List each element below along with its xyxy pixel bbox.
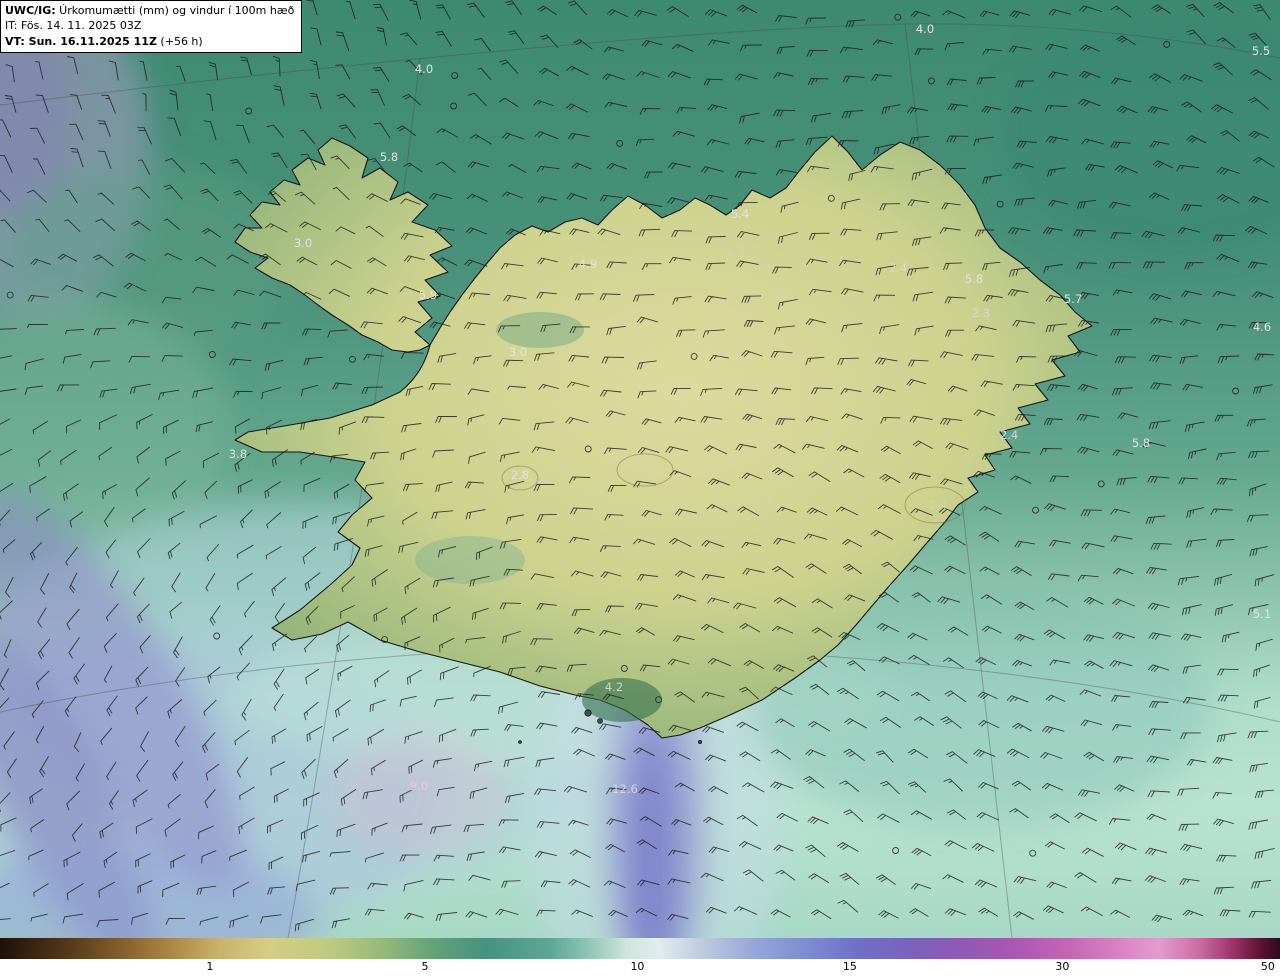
map-title: Úrkomumætti (mm) og vindur í 100m hæð [55, 4, 295, 17]
inland-moist-patch [415, 536, 525, 584]
precip-value-label: 5.1 [1253, 607, 1271, 621]
colorbar-tick-10: 10 [630, 960, 645, 973]
precip-value-label: 5.8 [380, 150, 398, 164]
valid-time: VT: Sun. 16.11.2025 11Z [5, 34, 157, 48]
valid-time-line: VT: Sun. 16.11.2025 11Z (+56 h) [5, 34, 294, 49]
precip-value-label: 4.9 [579, 257, 597, 271]
weather-map: 4.0 5.5 4.0 5.8 5.4 2.3 3.0 4.9 2.4 5.8 5.7 5.9 2.3 4… [0, 0, 1280, 938]
precip-value-label: 4.2 [605, 680, 623, 694]
map-info-box: UWC/IG: Úrkomumætti (mm) og vindur í 100… [0, 0, 303, 54]
precip-value-label: 2.4 [1000, 428, 1018, 442]
precip-value-label: 12.6 [612, 782, 638, 796]
precip-value-label: 2.6 [756, 494, 774, 508]
precip-value-label: 5.8 [1132, 436, 1150, 450]
colorbar-tick-5: 5 [421, 960, 429, 973]
inland-moist-patch [496, 312, 584, 348]
precip-value-label: 4.0 [916, 22, 934, 36]
colorbar-tick-row: 1 5 10 15 30 50 [0, 959, 1280, 978]
precip-value-label: 3.0 [294, 236, 312, 250]
precip-value-label: 2.4 [636, 457, 654, 471]
init-time-line: IT: Fös. 14. 11. 2025 03Z [5, 19, 142, 33]
precipitation-colorbar: 1 5 10 15 30 50 [0, 938, 1280, 978]
precip-value-label: 5.5 [1252, 44, 1270, 58]
precip-value-label: 3.8 [229, 447, 247, 461]
precip-value-label: 5.9 [419, 288, 437, 302]
precip-value-label: 5.4 [731, 207, 749, 221]
precip-value-label: 2.4 [889, 261, 907, 275]
colorbar-gradient [0, 938, 1280, 959]
map-title-line: UWC/IG: Úrkomumætti (mm) og vindur í 100… [5, 3, 294, 18]
colorbar-tick-30: 30 [1055, 960, 1070, 973]
colorbar-tick-1: 1 [206, 960, 214, 973]
colorbar-tick-15: 15 [842, 960, 857, 973]
precip-value-label: 3.0 [509, 345, 527, 359]
precip-value-label: 4.0 [415, 62, 433, 76]
precip-value-label: 2.3 [972, 306, 990, 320]
precip-value-label: 2.8 [511, 468, 529, 482]
precip-value-label: 9.0 [410, 779, 428, 793]
precip-value-label: 2.3 [727, 244, 745, 258]
precip-value-label: 5.8 [965, 272, 983, 286]
precip-value-label: 5.7 [1064, 292, 1082, 306]
colorbar-tick-50: 50 [1260, 960, 1275, 973]
valid-offset: (+56 h) [156, 34, 203, 48]
weather-map-page: 4.0 5.5 4.0 5.8 5.4 2.3 3.0 4.9 2.4 5.8 5.7 5.9 2.3 4… [0, 0, 1280, 978]
precip-value-label: 2.4 [929, 498, 947, 512]
precip-value-label: 4.6 [1253, 320, 1271, 334]
model-name: UWC/IG: [5, 4, 56, 17]
